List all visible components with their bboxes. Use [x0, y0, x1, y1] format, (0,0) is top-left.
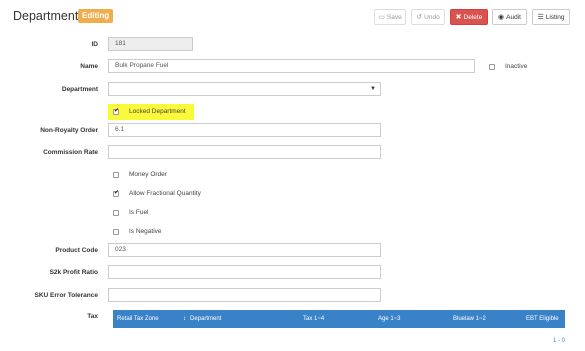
column-header[interactable]: Tax 1~4	[303, 316, 324, 322]
delete-label: Delete	[463, 13, 483, 21]
sku-error-tolerance-field[interactable]	[108, 288, 381, 302]
column-header[interactable]: Bluelaw 1~2	[453, 316, 486, 322]
save-label: Save	[386, 13, 402, 21]
name-field[interactable]: Bulk Propane Fuel	[108, 59, 475, 73]
locked-department-label: Locked Department	[129, 108, 186, 115]
save-icon: ▭	[378, 13, 385, 21]
close-icon: ✖	[455, 13, 462, 21]
allow-fractional-label: Allow Fractional Quantity	[129, 190, 201, 197]
is-negative-checkbox[interactable]	[113, 229, 119, 235]
commission-rate-label: Commission Rate	[43, 149, 98, 156]
non-royalty-order-field[interactable]: 6.1	[108, 123, 381, 137]
id-field: 181	[108, 37, 193, 51]
locked-department-checkbox[interactable]	[113, 107, 119, 115]
is-fuel-checkbox[interactable]	[113, 210, 119, 216]
undo-label: Undo	[424, 13, 440, 21]
listing-button[interactable]: ☰ Listing	[532, 9, 570, 25]
delete-button[interactable]: ✖ Delete	[450, 9, 488, 25]
listing-label: Listing	[545, 13, 565, 21]
sku-error-tolerance-label: SKU Error Tolerance	[34, 292, 98, 299]
audit-button[interactable]: ◉ Audit	[492, 9, 527, 25]
money-order-label: Money Order	[129, 171, 167, 178]
money-order-checkbox[interactable]	[113, 172, 119, 178]
column-header[interactable]: EBT Eligible	[526, 316, 559, 322]
non-royalty-order-label: Non-Royalty Order	[40, 127, 98, 134]
s2k-profit-ratio-label: S2k Profit Ratio	[49, 269, 98, 276]
column-header[interactable]: Department	[190, 316, 221, 322]
pagination-info: 1 - 0	[552, 338, 565, 344]
name-label: Name	[80, 63, 98, 70]
list-icon: ☰	[537, 13, 544, 21]
product-code-field[interactable]: 023	[108, 243, 381, 257]
audit-label: Audit	[506, 13, 521, 21]
save-button[interactable]: ▭ Save	[374, 9, 406, 25]
s2k-profit-ratio-field[interactable]	[108, 265, 381, 279]
eye-icon: ◉	[498, 13, 505, 21]
undo-button[interactable]: ↺ Undo	[411, 9, 445, 25]
product-code-label: Product Code	[55, 247, 98, 254]
page-header: Department Editing ▭ Save ↺ Undo ✖ Delet…	[0, 0, 585, 32]
department-label: Department	[61, 86, 98, 93]
sort-icon[interactable]: ↕	[183, 316, 186, 322]
undo-icon: ↺	[416, 13, 423, 21]
editing-badge: Editing	[78, 9, 114, 23]
commission-rate-field[interactable]	[108, 145, 381, 159]
caret-down-icon: ▼	[370, 86, 376, 92]
is-fuel-label: Is Fuel	[129, 209, 149, 216]
is-negative-label: Is Negative	[129, 228, 162, 235]
department-select[interactable]: ▼	[108, 82, 381, 96]
page-title: Department	[13, 9, 79, 23]
inactive-label: Inactive	[505, 63, 528, 70]
allow-fractional-checkbox[interactable]	[113, 189, 119, 197]
inactive-checkbox[interactable]	[489, 64, 495, 70]
column-header[interactable]: Age 1~3	[378, 316, 401, 322]
tax-label: Tax	[87, 313, 98, 320]
column-header[interactable]: Retail Tax Zone	[117, 316, 159, 322]
tax-table-header: Retail Tax Zone ↕ Department Tax 1~4 Age…	[113, 310, 565, 328]
id-label: ID	[91, 41, 99, 48]
